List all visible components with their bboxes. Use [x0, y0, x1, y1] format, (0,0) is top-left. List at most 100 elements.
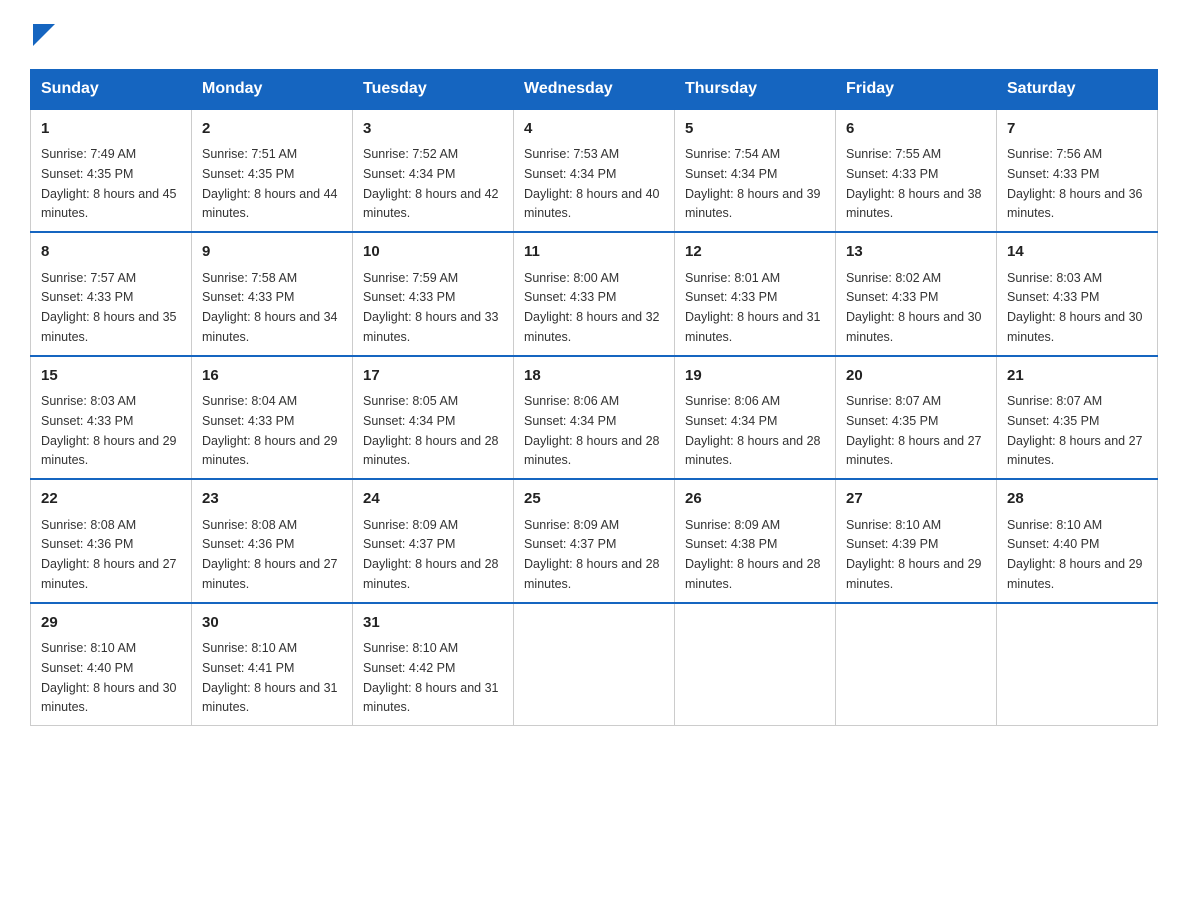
- day-sunset: Sunset: 4:34 PM: [524, 414, 616, 428]
- day-number: 13: [846, 241, 986, 264]
- day-number: 5: [685, 118, 825, 141]
- calendar-cell: 23 Sunrise: 8:08 AM Sunset: 4:36 PM Dayl…: [192, 479, 353, 603]
- calendar-cell: 9 Sunrise: 7:58 AM Sunset: 4:33 PM Dayli…: [192, 232, 353, 356]
- weekday-header-sunday: Sunday: [31, 69, 192, 109]
- day-sunrise: Sunrise: 8:01 AM: [685, 271, 780, 285]
- calendar-cell: 27 Sunrise: 8:10 AM Sunset: 4:39 PM Dayl…: [836, 479, 997, 603]
- day-number: 19: [685, 365, 825, 388]
- day-sunset: Sunset: 4:33 PM: [363, 290, 455, 304]
- day-number: 12: [685, 241, 825, 264]
- day-sunset: Sunset: 4:38 PM: [685, 537, 777, 551]
- day-number: 15: [41, 365, 181, 388]
- day-sunset: Sunset: 4:35 PM: [1007, 414, 1099, 428]
- day-number: 26: [685, 488, 825, 511]
- weekday-header-thursday: Thursday: [675, 69, 836, 109]
- calendar-cell: 2 Sunrise: 7:51 AM Sunset: 4:35 PM Dayli…: [192, 109, 353, 233]
- calendar-cell: 12 Sunrise: 8:01 AM Sunset: 4:33 PM Dayl…: [675, 232, 836, 356]
- day-number: 9: [202, 241, 342, 264]
- day-number: 28: [1007, 488, 1147, 511]
- day-sunrise: Sunrise: 8:05 AM: [363, 394, 458, 408]
- day-number: 16: [202, 365, 342, 388]
- day-daylight: Daylight: 8 hours and 28 minutes.: [363, 434, 499, 468]
- day-sunrise: Sunrise: 8:04 AM: [202, 394, 297, 408]
- day-sunset: Sunset: 4:36 PM: [202, 537, 294, 551]
- day-sunset: Sunset: 4:39 PM: [846, 537, 938, 551]
- day-daylight: Daylight: 8 hours and 28 minutes.: [524, 557, 660, 591]
- day-number: 10: [363, 241, 503, 264]
- day-sunset: Sunset: 4:33 PM: [1007, 167, 1099, 181]
- day-daylight: Daylight: 8 hours and 30 minutes.: [1007, 310, 1143, 344]
- day-sunset: Sunset: 4:34 PM: [685, 167, 777, 181]
- day-daylight: Daylight: 8 hours and 35 minutes.: [41, 310, 177, 344]
- day-sunrise: Sunrise: 8:02 AM: [846, 271, 941, 285]
- day-sunrise: Sunrise: 8:03 AM: [1007, 271, 1102, 285]
- day-sunset: Sunset: 4:34 PM: [524, 167, 616, 181]
- weekday-header-wednesday: Wednesday: [514, 69, 675, 109]
- week-row-2: 8 Sunrise: 7:57 AM Sunset: 4:33 PM Dayli…: [31, 232, 1158, 356]
- logo-triangle-icon: [33, 24, 55, 46]
- day-sunrise: Sunrise: 7:49 AM: [41, 147, 136, 161]
- day-daylight: Daylight: 8 hours and 29 minutes.: [1007, 557, 1143, 591]
- day-daylight: Daylight: 8 hours and 28 minutes.: [685, 434, 821, 468]
- day-sunset: Sunset: 4:33 PM: [202, 414, 294, 428]
- day-daylight: Daylight: 8 hours and 38 minutes.: [846, 187, 982, 221]
- weekday-header-monday: Monday: [192, 69, 353, 109]
- day-number: 27: [846, 488, 986, 511]
- calendar-cell: 24 Sunrise: 8:09 AM Sunset: 4:37 PM Dayl…: [353, 479, 514, 603]
- day-daylight: Daylight: 8 hours and 40 minutes.: [524, 187, 660, 221]
- calendar-cell: 22 Sunrise: 8:08 AM Sunset: 4:36 PM Dayl…: [31, 479, 192, 603]
- day-sunrise: Sunrise: 7:59 AM: [363, 271, 458, 285]
- calendar-cell: 4 Sunrise: 7:53 AM Sunset: 4:34 PM Dayli…: [514, 109, 675, 233]
- day-sunrise: Sunrise: 7:56 AM: [1007, 147, 1102, 161]
- day-daylight: Daylight: 8 hours and 30 minutes.: [41, 681, 177, 715]
- day-number: 24: [363, 488, 503, 511]
- day-number: 8: [41, 241, 181, 264]
- calendar-cell: [836, 603, 997, 726]
- day-number: 18: [524, 365, 664, 388]
- day-number: 30: [202, 612, 342, 635]
- day-sunrise: Sunrise: 7:55 AM: [846, 147, 941, 161]
- day-number: 3: [363, 118, 503, 141]
- week-row-5: 29 Sunrise: 8:10 AM Sunset: 4:40 PM Dayl…: [31, 603, 1158, 726]
- day-sunrise: Sunrise: 8:07 AM: [846, 394, 941, 408]
- day-sunset: Sunset: 4:42 PM: [363, 661, 455, 675]
- page-header: [30, 20, 1158, 51]
- day-number: 23: [202, 488, 342, 511]
- calendar-cell: [675, 603, 836, 726]
- day-sunrise: Sunrise: 8:08 AM: [41, 518, 136, 532]
- day-daylight: Daylight: 8 hours and 31 minutes.: [685, 310, 821, 344]
- day-number: 11: [524, 241, 664, 264]
- day-sunrise: Sunrise: 8:06 AM: [685, 394, 780, 408]
- day-sunrise: Sunrise: 8:08 AM: [202, 518, 297, 532]
- day-sunset: Sunset: 4:33 PM: [41, 290, 133, 304]
- calendar-cell: 28 Sunrise: 8:10 AM Sunset: 4:40 PM Dayl…: [997, 479, 1158, 603]
- day-sunset: Sunset: 4:35 PM: [41, 167, 133, 181]
- calendar-cell: 8 Sunrise: 7:57 AM Sunset: 4:33 PM Dayli…: [31, 232, 192, 356]
- day-daylight: Daylight: 8 hours and 39 minutes.: [685, 187, 821, 221]
- day-number: 2: [202, 118, 342, 141]
- calendar-cell: 11 Sunrise: 8:00 AM Sunset: 4:33 PM Dayl…: [514, 232, 675, 356]
- day-daylight: Daylight: 8 hours and 44 minutes.: [202, 187, 338, 221]
- day-daylight: Daylight: 8 hours and 28 minutes.: [524, 434, 660, 468]
- calendar-cell: 13 Sunrise: 8:02 AM Sunset: 4:33 PM Dayl…: [836, 232, 997, 356]
- day-sunset: Sunset: 4:40 PM: [41, 661, 133, 675]
- calendar-cell: 3 Sunrise: 7:52 AM Sunset: 4:34 PM Dayli…: [353, 109, 514, 233]
- calendar-cell: 1 Sunrise: 7:49 AM Sunset: 4:35 PM Dayli…: [31, 109, 192, 233]
- day-sunset: Sunset: 4:34 PM: [363, 167, 455, 181]
- calendar-cell: 15 Sunrise: 8:03 AM Sunset: 4:33 PM Dayl…: [31, 356, 192, 480]
- weekday-header-friday: Friday: [836, 69, 997, 109]
- day-number: 1: [41, 118, 181, 141]
- day-sunrise: Sunrise: 8:10 AM: [363, 641, 458, 655]
- day-number: 6: [846, 118, 986, 141]
- day-number: 14: [1007, 241, 1147, 264]
- day-sunrise: Sunrise: 8:10 AM: [41, 641, 136, 655]
- week-row-4: 22 Sunrise: 8:08 AM Sunset: 4:36 PM Dayl…: [31, 479, 1158, 603]
- day-number: 21: [1007, 365, 1147, 388]
- calendar-cell: 6 Sunrise: 7:55 AM Sunset: 4:33 PM Dayli…: [836, 109, 997, 233]
- day-sunrise: Sunrise: 8:10 AM: [846, 518, 941, 532]
- day-sunset: Sunset: 4:34 PM: [363, 414, 455, 428]
- day-daylight: Daylight: 8 hours and 28 minutes.: [685, 557, 821, 591]
- day-daylight: Daylight: 8 hours and 27 minutes.: [41, 557, 177, 591]
- day-sunrise: Sunrise: 8:10 AM: [202, 641, 297, 655]
- day-sunrise: Sunrise: 7:51 AM: [202, 147, 297, 161]
